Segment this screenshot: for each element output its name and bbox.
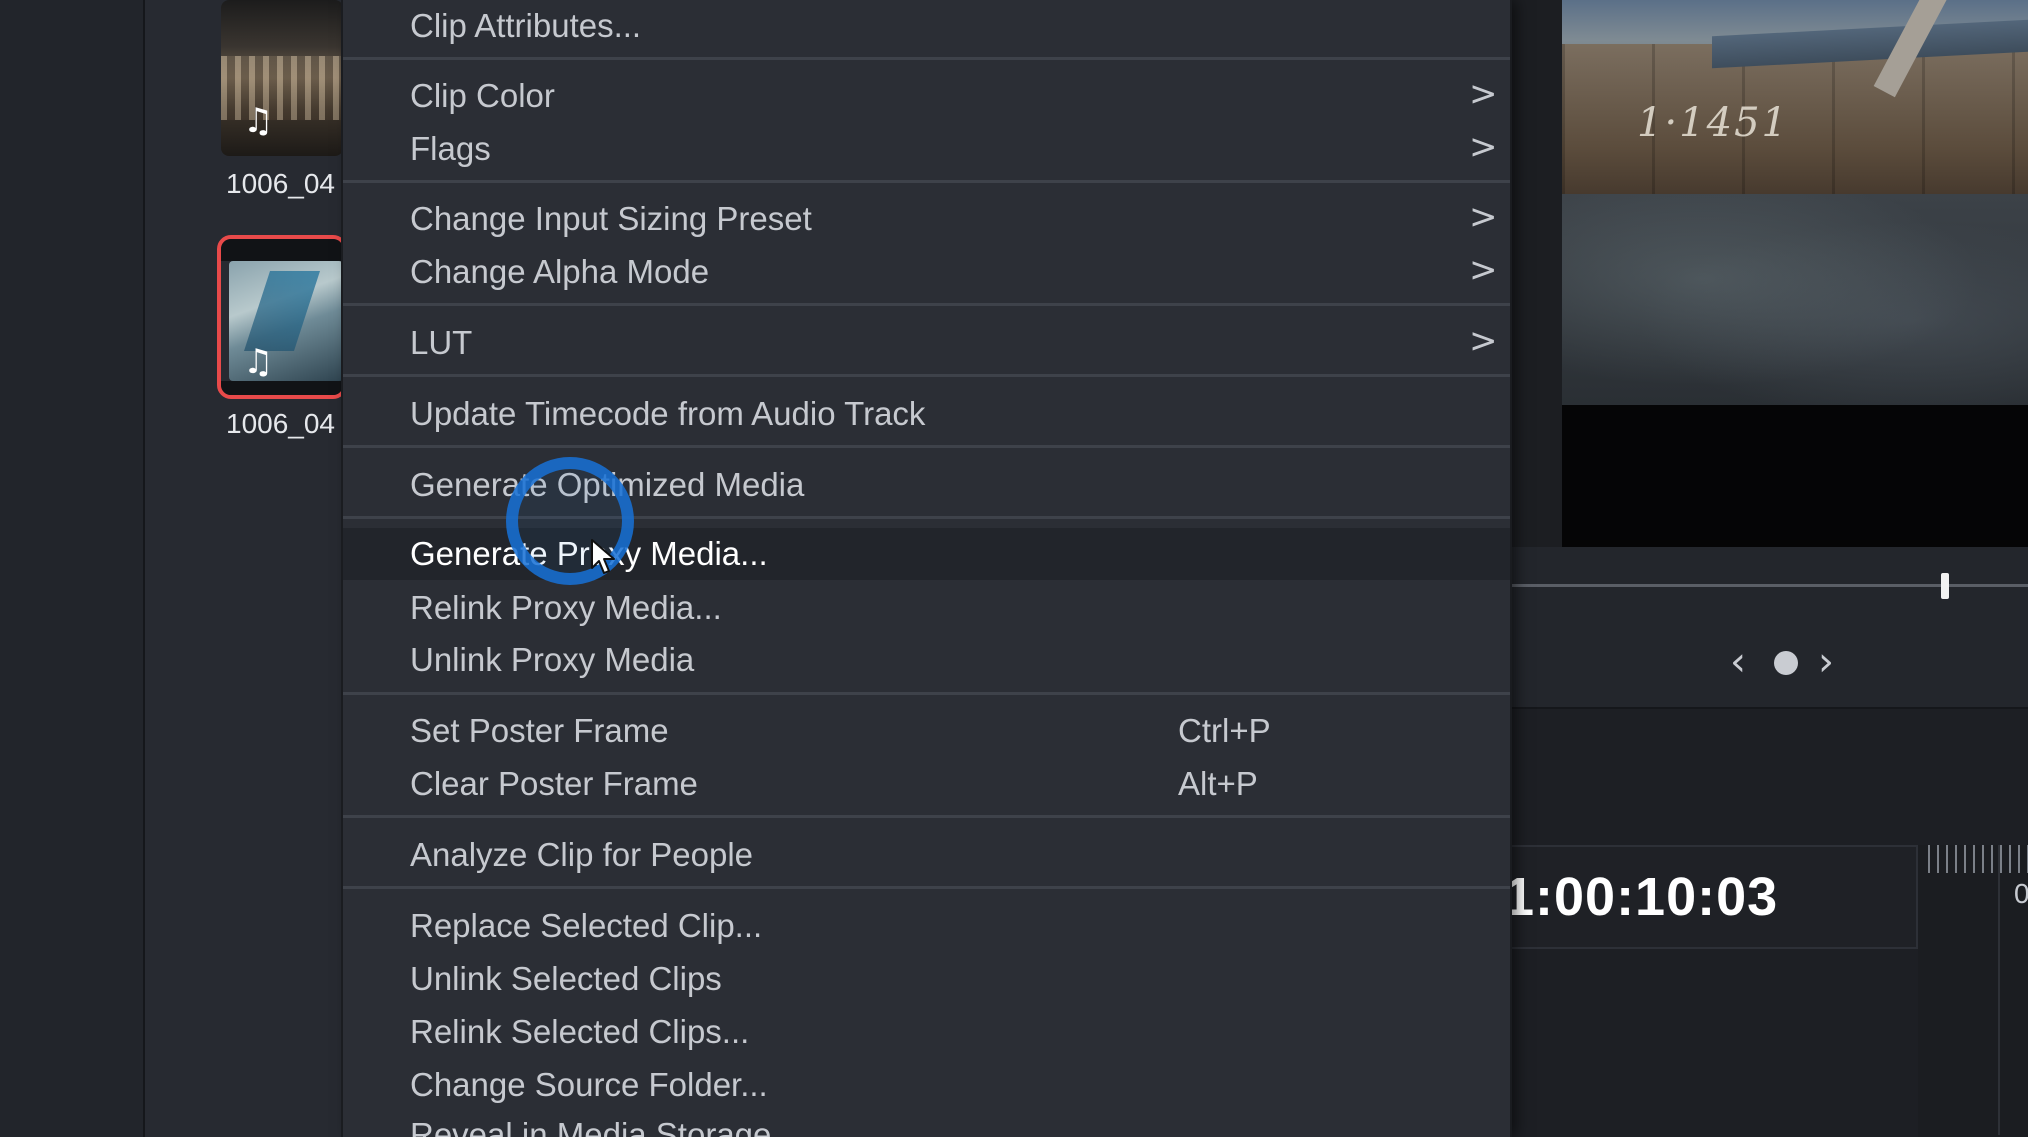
menu-separator: [343, 180, 1510, 183]
ruler-ticks: [1928, 845, 2028, 873]
music-note-icon: ♫: [243, 342, 274, 382]
viewer-controls: [1510, 547, 2028, 709]
menu-item-analyze-clip-for-people[interactable]: Analyze Clip for People: [343, 829, 1510, 881]
menu-item-update-timecode[interactable]: Update Timecode from Audio Track: [343, 388, 1510, 440]
previous-clip-button[interactable]: ‹: [1730, 642, 1746, 682]
menu-item-clip-color[interactable]: Clip Color >: [343, 70, 1510, 122]
thumbnail-image: [221, 56, 343, 120]
menu-item-generate-optimized-media[interactable]: Generate Optimized Media: [343, 459, 1510, 511]
menu-item-relink-selected-clips[interactable]: Relink Selected Clips...: [343, 1006, 1510, 1058]
shortcut-hint: Ctrl+P: [1178, 712, 1271, 749]
chevron-right-icon: >: [1469, 250, 1498, 290]
menu-separator: [343, 815, 1510, 818]
menu-separator: [343, 445, 1510, 448]
menu-item-set-poster-frame[interactable]: Set Poster Frame Ctrl+P: [343, 705, 1510, 757]
timecode-text: 1:00:10:03: [1504, 867, 1779, 927]
menu-item-replace-selected-clip[interactable]: Replace Selected Clip...: [343, 900, 1510, 952]
chevron-right-icon: >: [1469, 74, 1498, 114]
wall-marking: 1·1451: [1637, 100, 1789, 146]
menu-item-reveal-in-media-storage[interactable]: Reveal in Media Storage: [343, 1109, 1510, 1137]
playhead-dot-button[interactable]: [1774, 651, 1798, 675]
menu-separator: [343, 303, 1510, 306]
menu-separator: [343, 692, 1510, 695]
menu-item-change-source-folder[interactable]: Change Source Folder...: [343, 1059, 1510, 1111]
timeline-ruler[interactable]: [1918, 845, 2028, 1137]
scrubber-track[interactable]: [1510, 584, 2028, 587]
chevron-right-icon: >: [1469, 127, 1498, 167]
menu-item-unlink-selected-clips[interactable]: Unlink Selected Clips: [343, 953, 1510, 1005]
clip-name: 1006_04: [226, 168, 336, 199]
playhead-handle[interactable]: [1941, 573, 1949, 599]
viewer-letterbox: [1562, 405, 2028, 547]
menu-separator: [343, 886, 1510, 889]
ruler-label: 0: [2014, 878, 2028, 909]
menu-item-clip-attributes[interactable]: Clip Attributes...: [343, 0, 1510, 52]
shortcut-hint: Alt+P: [1178, 765, 1258, 802]
next-clip-button[interactable]: ›: [1818, 642, 1834, 682]
menu-item-flags[interactable]: Flags >: [343, 123, 1510, 175]
menu-item-change-input-sizing-preset[interactable]: Change Input Sizing Preset >: [343, 193, 1510, 245]
menu-separator: [343, 516, 1510, 519]
clip-context-menu: Clip Attributes... Clip Color > Flags > …: [343, 0, 1510, 1137]
menu-item-generate-proxy-media[interactable]: Generate Proxy Media...: [343, 528, 1510, 580]
chevron-right-icon: >: [1469, 321, 1498, 361]
chevron-right-icon: >: [1469, 197, 1498, 237]
menu-item-unlink-proxy-media[interactable]: Unlink Proxy Media: [343, 634, 1510, 686]
menu-item-change-alpha-mode[interactable]: Change Alpha Mode >: [343, 246, 1510, 298]
menu-separator: [343, 374, 1510, 377]
clip-thumbnail[interactable]: ♫: [221, 0, 343, 156]
menu-item-relink-proxy-media[interactable]: Relink Proxy Media...: [343, 582, 1510, 634]
menu-item-lut[interactable]: LUT >: [343, 317, 1510, 369]
menu-separator: [343, 57, 1510, 60]
menu-item-clear-poster-frame[interactable]: Clear Poster Frame Alt+P: [343, 758, 1510, 810]
clip-name: 1006_04: [226, 408, 336, 439]
left-sidebar: [0, 0, 145, 1137]
music-note-icon: ♫: [243, 101, 274, 141]
viewer-gutter: [1510, 0, 1562, 547]
clip-thumbnail-selected[interactable]: ♫: [217, 235, 347, 399]
viewer-frame: 1·1451: [1562, 0, 2028, 405]
